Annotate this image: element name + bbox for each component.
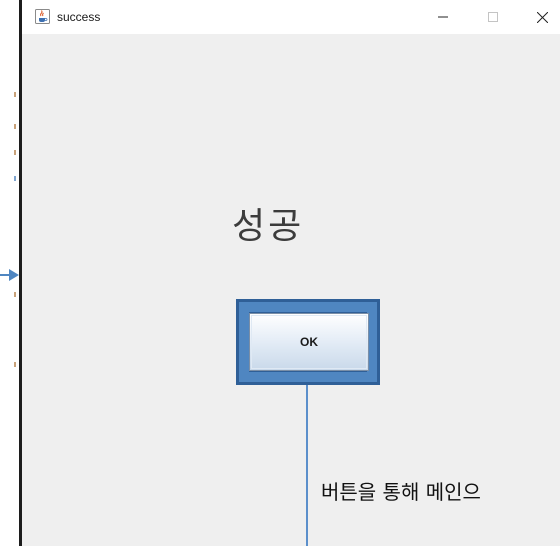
backdrop-mark xyxy=(14,124,16,129)
annotation-connector-line xyxy=(306,385,308,546)
backdrop-mark xyxy=(14,362,16,367)
annotation-text: 버튼을 통해 메인으 xyxy=(321,480,481,504)
close-icon xyxy=(536,11,548,23)
backdrop-mark xyxy=(14,150,16,155)
window-title: success xyxy=(57,10,101,24)
java-cup-icon xyxy=(35,9,50,24)
backdrop-mark xyxy=(14,92,16,97)
pointer-arrow-icon xyxy=(0,269,19,281)
screen: success 성공 OK 버튼을 통해 메인으 xyxy=(0,0,560,546)
success-message: 성공 xyxy=(232,206,305,247)
backdrop-mark xyxy=(14,176,16,181)
maximize-icon xyxy=(488,12,498,22)
close-button[interactable] xyxy=(519,0,560,34)
minimize-button[interactable] xyxy=(420,0,466,34)
title-bar[interactable]: success xyxy=(22,0,560,34)
backdrop-mark xyxy=(14,292,16,297)
ok-button[interactable]: OK xyxy=(249,313,369,371)
maximize-button[interactable] xyxy=(470,0,516,34)
dialog-content: 성공 OK 버튼을 통해 메인으 xyxy=(22,34,560,546)
minimize-icon xyxy=(438,16,448,18)
success-dialog-window: success 성공 OK 버튼을 통해 메인으 xyxy=(19,0,560,546)
